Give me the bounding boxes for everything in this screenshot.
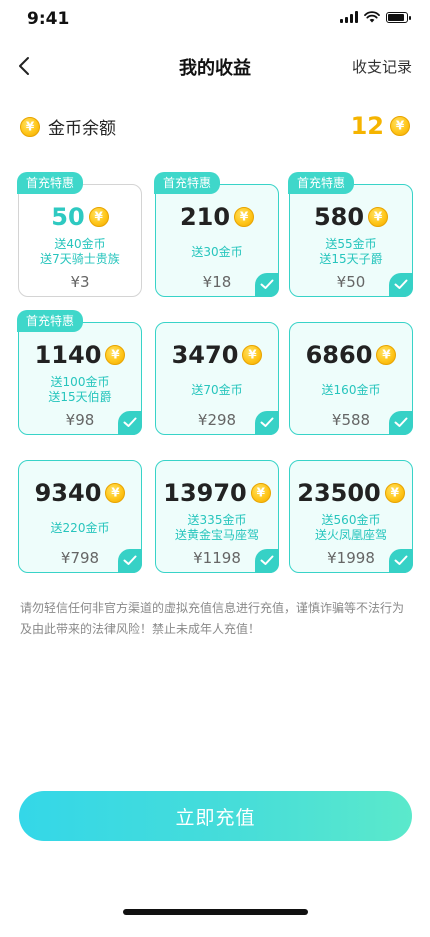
package-bonus: 送100金币 送15天伯爵 [23, 375, 137, 405]
first-recharge-badge: 首充特惠 [17, 310, 84, 332]
package-bonus-line: 送40金币 [54, 237, 106, 251]
coin-icon [250, 483, 271, 503]
wifi-icon [364, 11, 380, 23]
package-coins-row: 3470 [156, 341, 278, 369]
screen: 9:41 我的收益 收支记录 金币余额 12 [0, 0, 430, 937]
package-bonus: 送70金币 [160, 383, 274, 398]
selected-check-icon [118, 549, 142, 573]
recharge-package-card[interactable]: 6860送160金币¥588 [289, 322, 413, 435]
package-coins-row: 1140 [19, 341, 141, 369]
package-bonus-line: 送15天伯爵 [48, 390, 112, 404]
selected-check-icon [255, 549, 279, 573]
package-coins-row: 210 [156, 203, 278, 231]
recharge-now-button[interactable]: 立即充值 [19, 791, 412, 841]
package-coin-amount: 1140 [34, 341, 102, 369]
recharge-package-card[interactable]: 3470送70金币¥298 [155, 322, 279, 435]
package-bonus-line: 送15天子爵 [319, 252, 383, 266]
coin-icon [242, 345, 263, 365]
package-bonus: 送560金币 送火凤凰座驾 [294, 513, 408, 543]
package-coin-amount: 3470 [171, 341, 239, 369]
package-bonus-line: 送30金币 [191, 245, 243, 259]
selected-check-icon [255, 273, 279, 297]
recharge-package-card[interactable]: 13970送335金币送黄金宝马座驾¥1198 [155, 460, 279, 573]
coin-icon [368, 207, 389, 227]
recharge-package-card[interactable]: 首充特惠1140送100金币送15天伯爵¥98 [17, 310, 142, 435]
package-bonus: 送40金币 送7天骑士贵族 [23, 237, 137, 267]
coin-icon [234, 207, 255, 227]
package-bonus-line: 送黄金宝马座驾 [174, 528, 259, 542]
navigation-bar: 我的收益 收支记录 [0, 44, 430, 88]
package-bonus-line: 送220金币 [50, 521, 110, 535]
first-recharge-badge: 首充特惠 [154, 172, 221, 194]
first-recharge-badge: 首充特惠 [288, 172, 355, 194]
package-coin-amount: 50 [51, 203, 85, 231]
selected-check-icon [118, 411, 142, 435]
package-bonus-line: 送100金币 [50, 375, 110, 389]
package-coins-row: 50 [19, 203, 141, 231]
selected-check-icon [389, 549, 413, 573]
recharge-package-card[interactable]: 首充特惠580送55金币送15天子爵¥50 [288, 172, 413, 297]
package-coins-row: 9340 [19, 479, 141, 507]
coin-icon [105, 483, 126, 503]
coin-icon [105, 345, 126, 365]
coin-icon [376, 345, 397, 365]
coin-icon [384, 483, 405, 503]
coin-icon [390, 116, 410, 136]
coin-balance-row: 金币余额 12 [20, 112, 410, 140]
package-bonus-line: 送160金币 [321, 383, 381, 397]
package-coin-amount: 9340 [34, 479, 102, 507]
status-icons [340, 11, 411, 23]
package-coins-row: 23500 [290, 479, 412, 507]
recharge-package-card[interactable]: 首充特惠210送30金币¥18 [154, 172, 279, 297]
package-coins-row: 580 [290, 203, 412, 231]
package-bonus: 送335金币 送黄金宝马座驾 [160, 513, 274, 543]
transaction-record-link[interactable]: 收支记录 [352, 56, 412, 77]
package-bonus: 送55金币 送15天子爵 [294, 237, 408, 267]
package-coin-amount: 6860 [305, 341, 373, 369]
coin-icon [88, 207, 109, 227]
battery-icon [386, 11, 411, 23]
package-bonus-line: 送335金币 [187, 513, 247, 527]
package-coins-row: 13970 [156, 479, 278, 507]
package-bonus-line: 送560金币 [321, 513, 381, 527]
package-coin-amount: 13970 [163, 479, 247, 507]
package-price: ¥3 [70, 273, 90, 291]
coin-icon [20, 116, 40, 137]
status-time: 9:41 [27, 9, 70, 29]
package-coin-amount: 210 [179, 203, 231, 231]
recharge-package-card[interactable]: 9340送220金币¥798 [18, 460, 142, 573]
package-bonus: 送30金币 [160, 245, 274, 260]
package-coin-amount: 580 [313, 203, 365, 231]
balance-label: 金币余额 [48, 119, 116, 139]
selected-check-icon [255, 411, 279, 435]
selected-check-icon [389, 411, 413, 435]
package-bonus-line: 送70金币 [191, 383, 243, 397]
balance-amount: 12 [350, 112, 384, 140]
package-coin-amount: 23500 [297, 479, 381, 507]
home-indicator [123, 909, 308, 915]
risk-notice: 请勿轻信任何非官方渠道的虚拟充值信息进行充值，谨慎诈骗等不法行为及由此带来的法律… [20, 601, 405, 636]
recharge-package-card[interactable]: 首充特惠 50 送40金币送7天骑士贵族 ¥3 [17, 172, 142, 297]
package-bonus: 送220金币 [23, 521, 137, 536]
package-bonus-line: 送7天骑士贵族 [40, 252, 120, 266]
selected-check-icon [389, 273, 413, 297]
cellular-signal-icon [340, 11, 358, 23]
first-recharge-badge: 首充特惠 [17, 172, 84, 194]
recharge-package-card[interactable]: 23500送560金币送火凤凰座驾¥1998 [289, 460, 413, 573]
package-coins-row: 6860 [290, 341, 412, 369]
package-bonus-line: 送火凤凰座驾 [314, 528, 387, 542]
status-bar: 9:41 [0, 0, 430, 40]
package-bonus: 送160金币 [294, 383, 408, 398]
package-bonus-line: 送55金币 [325, 237, 377, 251]
